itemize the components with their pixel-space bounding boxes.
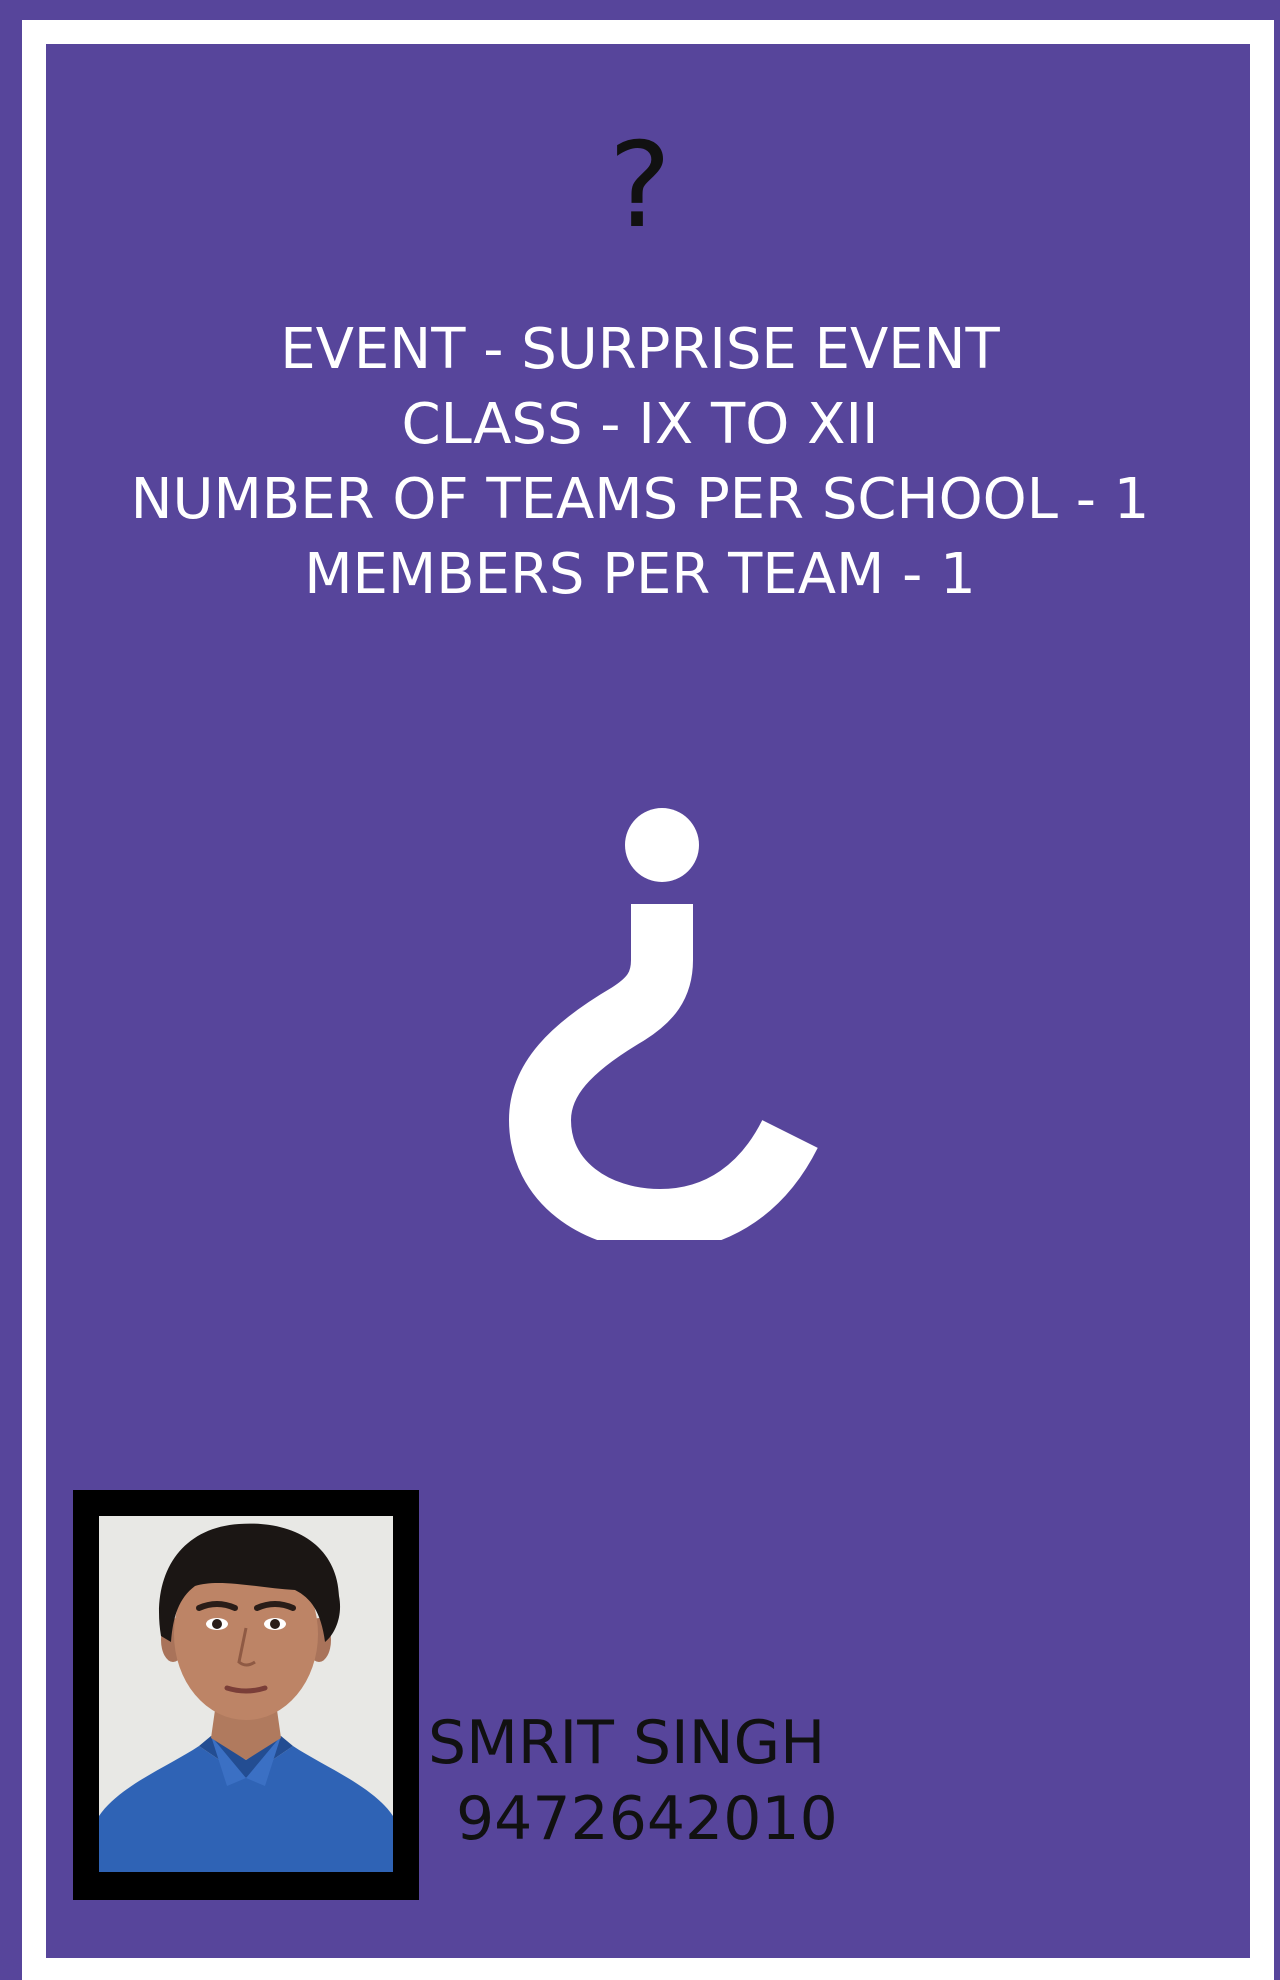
inverted-question-mark-icon [509,808,818,1240]
event-poster: ? EVENT - SURPRISE EVENT CLASS - IX TO X… [0,0,1280,1980]
question-mark-icon: ? [608,116,672,254]
person-portrait [99,1516,393,1872]
class-line: CLASS - IX TO XII [401,392,879,457]
contact-photo [99,1516,393,1872]
members-per-team-line: MEMBERS PER TEAM - 1 [304,542,976,607]
contact-info: SMRIT SINGH 9472642010 [428,1705,838,1857]
teams-per-school-line: NUMBER OF TEAMS PER SCHOOL - 1 [130,467,1150,532]
contact-name: SMRIT SINGH [428,1708,826,1778]
event-details: EVENT - SURPRISE EVENT CLASS - IX TO XII… [0,312,1280,612]
event-name-line: EVENT - SURPRISE EVENT [280,317,1000,382]
contact-photo-frame [73,1490,419,1900]
contact-phone: 9472642010 [456,1784,838,1854]
